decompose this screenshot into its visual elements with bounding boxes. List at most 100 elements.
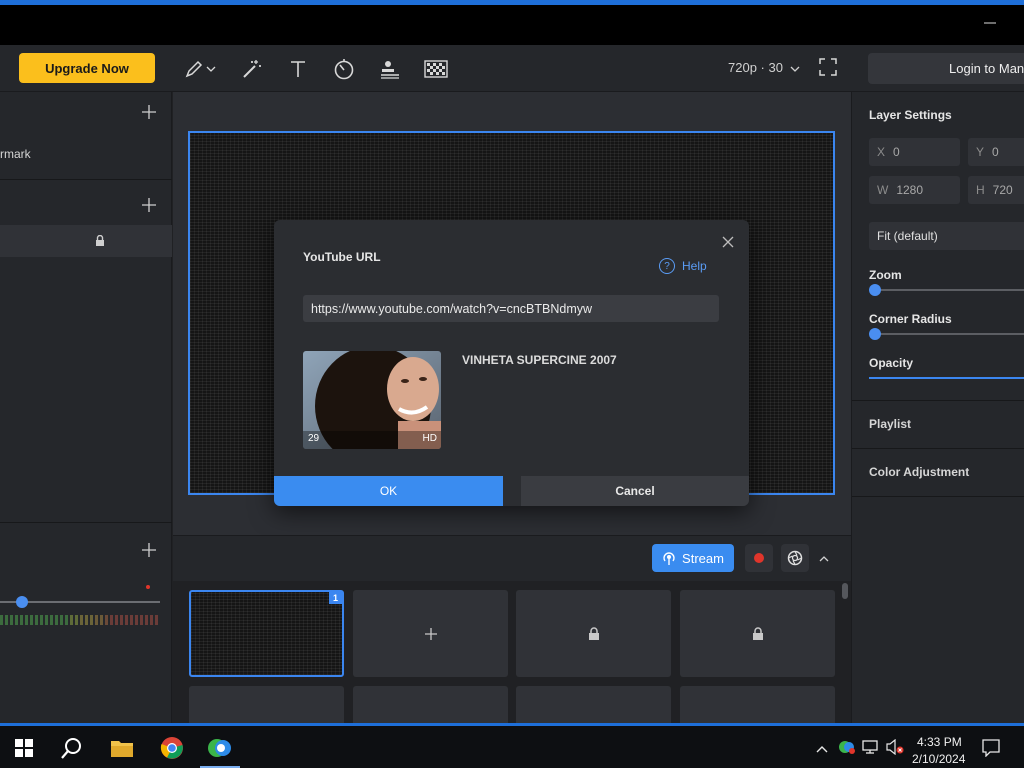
stream-button[interactable]: Stream [652,544,734,572]
audio-level-meter [0,615,160,625]
chevron-down-icon [206,66,216,72]
opacity-slider[interactable] [869,377,1024,379]
width-field[interactable]: W 1280 [869,176,960,204]
search-icon [61,738,81,759]
help-icon: ? [659,258,675,274]
lower-thirds-button[interactable] [378,57,402,81]
locked-scene-tile[interactable] [516,686,671,723]
zoom-slider[interactable] [875,289,1024,291]
divider [852,448,1024,449]
chrome-button[interactable] [160,736,184,760]
timer-icon [334,59,354,80]
scene-tile-1[interactable]: 1 [189,590,344,677]
top-toolbar: Upgrade Now 720p · 30 Login to Man [0,45,1024,92]
locked-layer-row[interactable] [0,225,172,257]
checkerboard-icon [424,60,448,78]
title-bar [0,5,1024,45]
app-window: Upgrade Now 720p · 30 Login to Man rmark… [0,0,1024,768]
resolution-value: 720p · 30 [728,60,783,75]
scene-grid: 1 [173,581,851,723]
text-icon [291,61,305,77]
ok-button[interactable]: OK [274,476,503,506]
volume-slider-knob[interactable] [16,596,28,608]
network-icon [862,740,878,754]
start-button[interactable] [12,736,36,760]
shutter-icon [787,550,803,566]
corner-radius-label: Corner Radius [869,312,952,326]
network-button[interactable] [862,739,880,758]
zoom-label: Zoom [869,268,902,282]
clock-time[interactable]: 4:33 PM [917,735,962,749]
manycam-taskbar-button[interactable] [207,736,231,760]
zoom-slider-knob[interactable] [869,284,881,296]
pen-tool-button[interactable] [182,57,206,81]
background-button[interactable] [423,57,449,81]
minimize-button[interactable] [984,13,998,37]
lock-icon [752,626,763,640]
speaker-muted-icon [886,738,904,756]
effects-button[interactable] [240,57,264,81]
fit-mode-select[interactable]: Fit (default) [869,222,1024,250]
scene-number-badge: 1 [329,592,342,604]
locked-scene-tile[interactable] [516,590,671,677]
left-panel: rmark [0,92,172,723]
plus-icon [424,627,437,640]
clock-date[interactable]: 2/10/2024 [912,752,965,766]
manycam-tray-icon [839,741,855,754]
add-source-button[interactable] [142,102,156,125]
add-layer-button[interactable] [142,195,156,218]
locked-scene-tile[interactable] [353,686,508,723]
video-thumbnail[interactable]: 29 HD [303,351,441,449]
cancel-button[interactable]: Cancel [521,476,749,506]
scrollbar[interactable] [842,583,848,599]
chevron-up-icon [816,746,828,753]
resolution-select[interactable]: 720p · 30 [728,60,800,75]
pen-dropdown[interactable] [204,57,218,81]
add-audio-button[interactable] [142,540,156,563]
fullscreen-icon [819,58,837,76]
file-explorer-button[interactable] [110,736,134,760]
divider [0,522,172,523]
chrome-icon [160,737,183,759]
upgrade-now-button[interactable]: Upgrade Now [19,53,155,83]
x-position-field[interactable]: X0 [869,138,960,166]
tray-app-icon[interactable] [838,739,856,758]
pen-icon [185,60,203,78]
locked-scene-tile[interactable] [189,686,344,723]
collapse-button[interactable] [819,550,829,565]
color-adjustment-section[interactable]: Color Adjustment [869,465,969,479]
h-label: H [976,183,985,197]
add-scene-tile[interactable] [353,590,508,677]
snapshot-button[interactable] [781,544,809,572]
plus-icon [142,105,156,119]
youtube-url-input[interactable] [303,295,719,322]
x-value: 0 [893,145,900,159]
close-button[interactable] [720,234,736,250]
broadcast-icon [663,552,675,565]
watermark-item[interactable]: rmark [0,147,31,161]
tray-overflow-button[interactable] [816,741,828,756]
record-button[interactable] [745,544,773,572]
divider [852,400,1024,401]
search-button[interactable] [60,736,84,760]
notifications-button[interactable] [982,739,1000,760]
plus-icon [142,543,156,557]
volume-button[interactable] [886,738,904,758]
locked-scene-tile[interactable] [680,686,835,723]
record-icon [754,553,764,563]
lock-icon [95,234,105,252]
stream-label: Stream [682,550,724,566]
timer-button[interactable] [332,57,356,81]
fullscreen-button[interactable] [818,57,838,77]
text-tool-button[interactable] [286,57,310,81]
login-button[interactable]: Login to Manycam [868,53,1024,84]
dialog-title: YouTube URL [303,250,381,264]
person-lines-icon [381,61,399,79]
height-field[interactable]: H 720 [968,176,1024,204]
playlist-section[interactable]: Playlist [869,417,911,431]
y-position-field[interactable]: Y0 [968,138,1024,166]
help-link[interactable]: ? Help [659,258,707,274]
corner-radius-slider[interactable] [875,333,1024,335]
corner-radius-slider-knob[interactable] [869,328,881,340]
locked-scene-tile[interactable] [680,590,835,677]
